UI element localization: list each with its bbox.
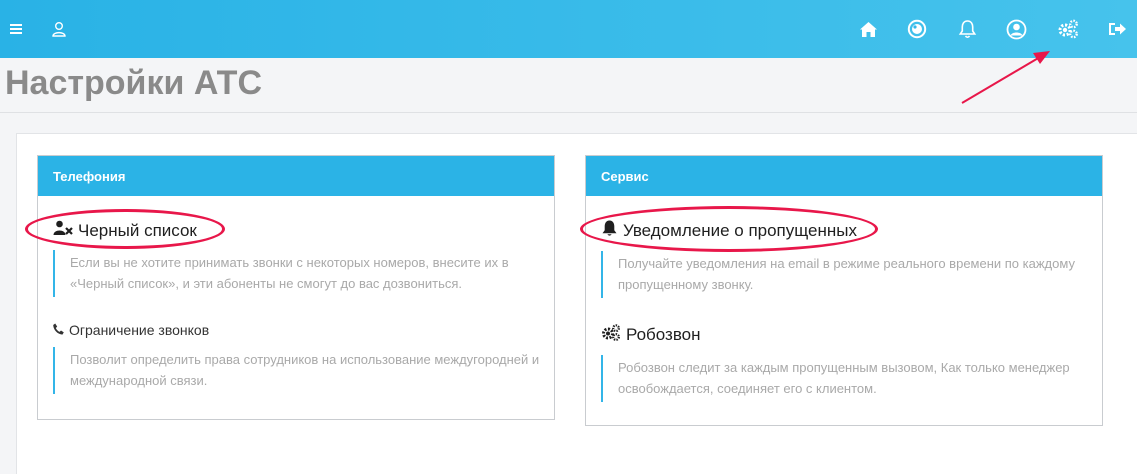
record-icon[interactable] (904, 16, 930, 42)
menu-icon[interactable] (4, 16, 30, 42)
call-restriction-title: Ограничение звонков (69, 322, 210, 338)
telephony-panel: Телефония Черный список Если вы не хотит… (37, 155, 555, 420)
logout-icon[interactable] (1104, 16, 1130, 42)
gears-icon (601, 324, 621, 346)
missed-calls-notification-description: Получайте уведомления на email в режиме … (601, 251, 1091, 298)
blacklist-link[interactable]: Черный список (53, 220, 543, 241)
user-icon[interactable] (46, 16, 72, 42)
robocall-title: Робозвон (626, 325, 701, 344)
home-icon[interactable] (855, 16, 881, 42)
robocall-link[interactable]: Робозвон (601, 324, 1091, 346)
phone-icon (53, 322, 64, 338)
blacklist-item: Черный список Если вы не хотите принимат… (53, 220, 543, 297)
gears-icon[interactable] (1055, 16, 1081, 42)
title-divider (0, 112, 1137, 113)
top-navigation-bar (0, 0, 1137, 58)
missed-calls-notification-link[interactable]: Уведомление о пропущенных (601, 220, 1091, 242)
robocall-description: Робозвон следит за каждым пропущенным вы… (601, 355, 1091, 402)
telephony-panel-header: Телефония (38, 156, 554, 196)
account-icon[interactable] (1003, 16, 1029, 42)
call-restriction-description: Позволит определить права сотрудников на… (53, 347, 543, 394)
service-panel-header: Сервис (586, 156, 1102, 196)
missed-calls-notification-item: Уведомление о пропущенных Получайте увед… (601, 220, 1091, 298)
missed-calls-notification-title: Уведомление о пропущенных (623, 221, 858, 240)
bell-icon[interactable] (954, 16, 980, 42)
call-restriction-item: Ограничение звонков Позволит определить … (53, 322, 543, 394)
service-panel: Сервис Уведомление о пропущенных Получай… (585, 155, 1103, 426)
robocall-item: Робозвон Робозвон следит за каждым пропу… (601, 324, 1091, 402)
call-restriction-link[interactable]: Ограничение звонков (53, 322, 543, 338)
blacklist-title: Черный список (78, 220, 197, 240)
settings-content-area: Телефония Черный список Если вы не хотит… (16, 133, 1137, 474)
bell-icon (601, 220, 618, 242)
blacklist-description: Если вы не хотите принимать звонки с нек… (53, 250, 543, 297)
user-block-icon (53, 220, 73, 241)
page-title: Настройки АТС (5, 64, 263, 102)
